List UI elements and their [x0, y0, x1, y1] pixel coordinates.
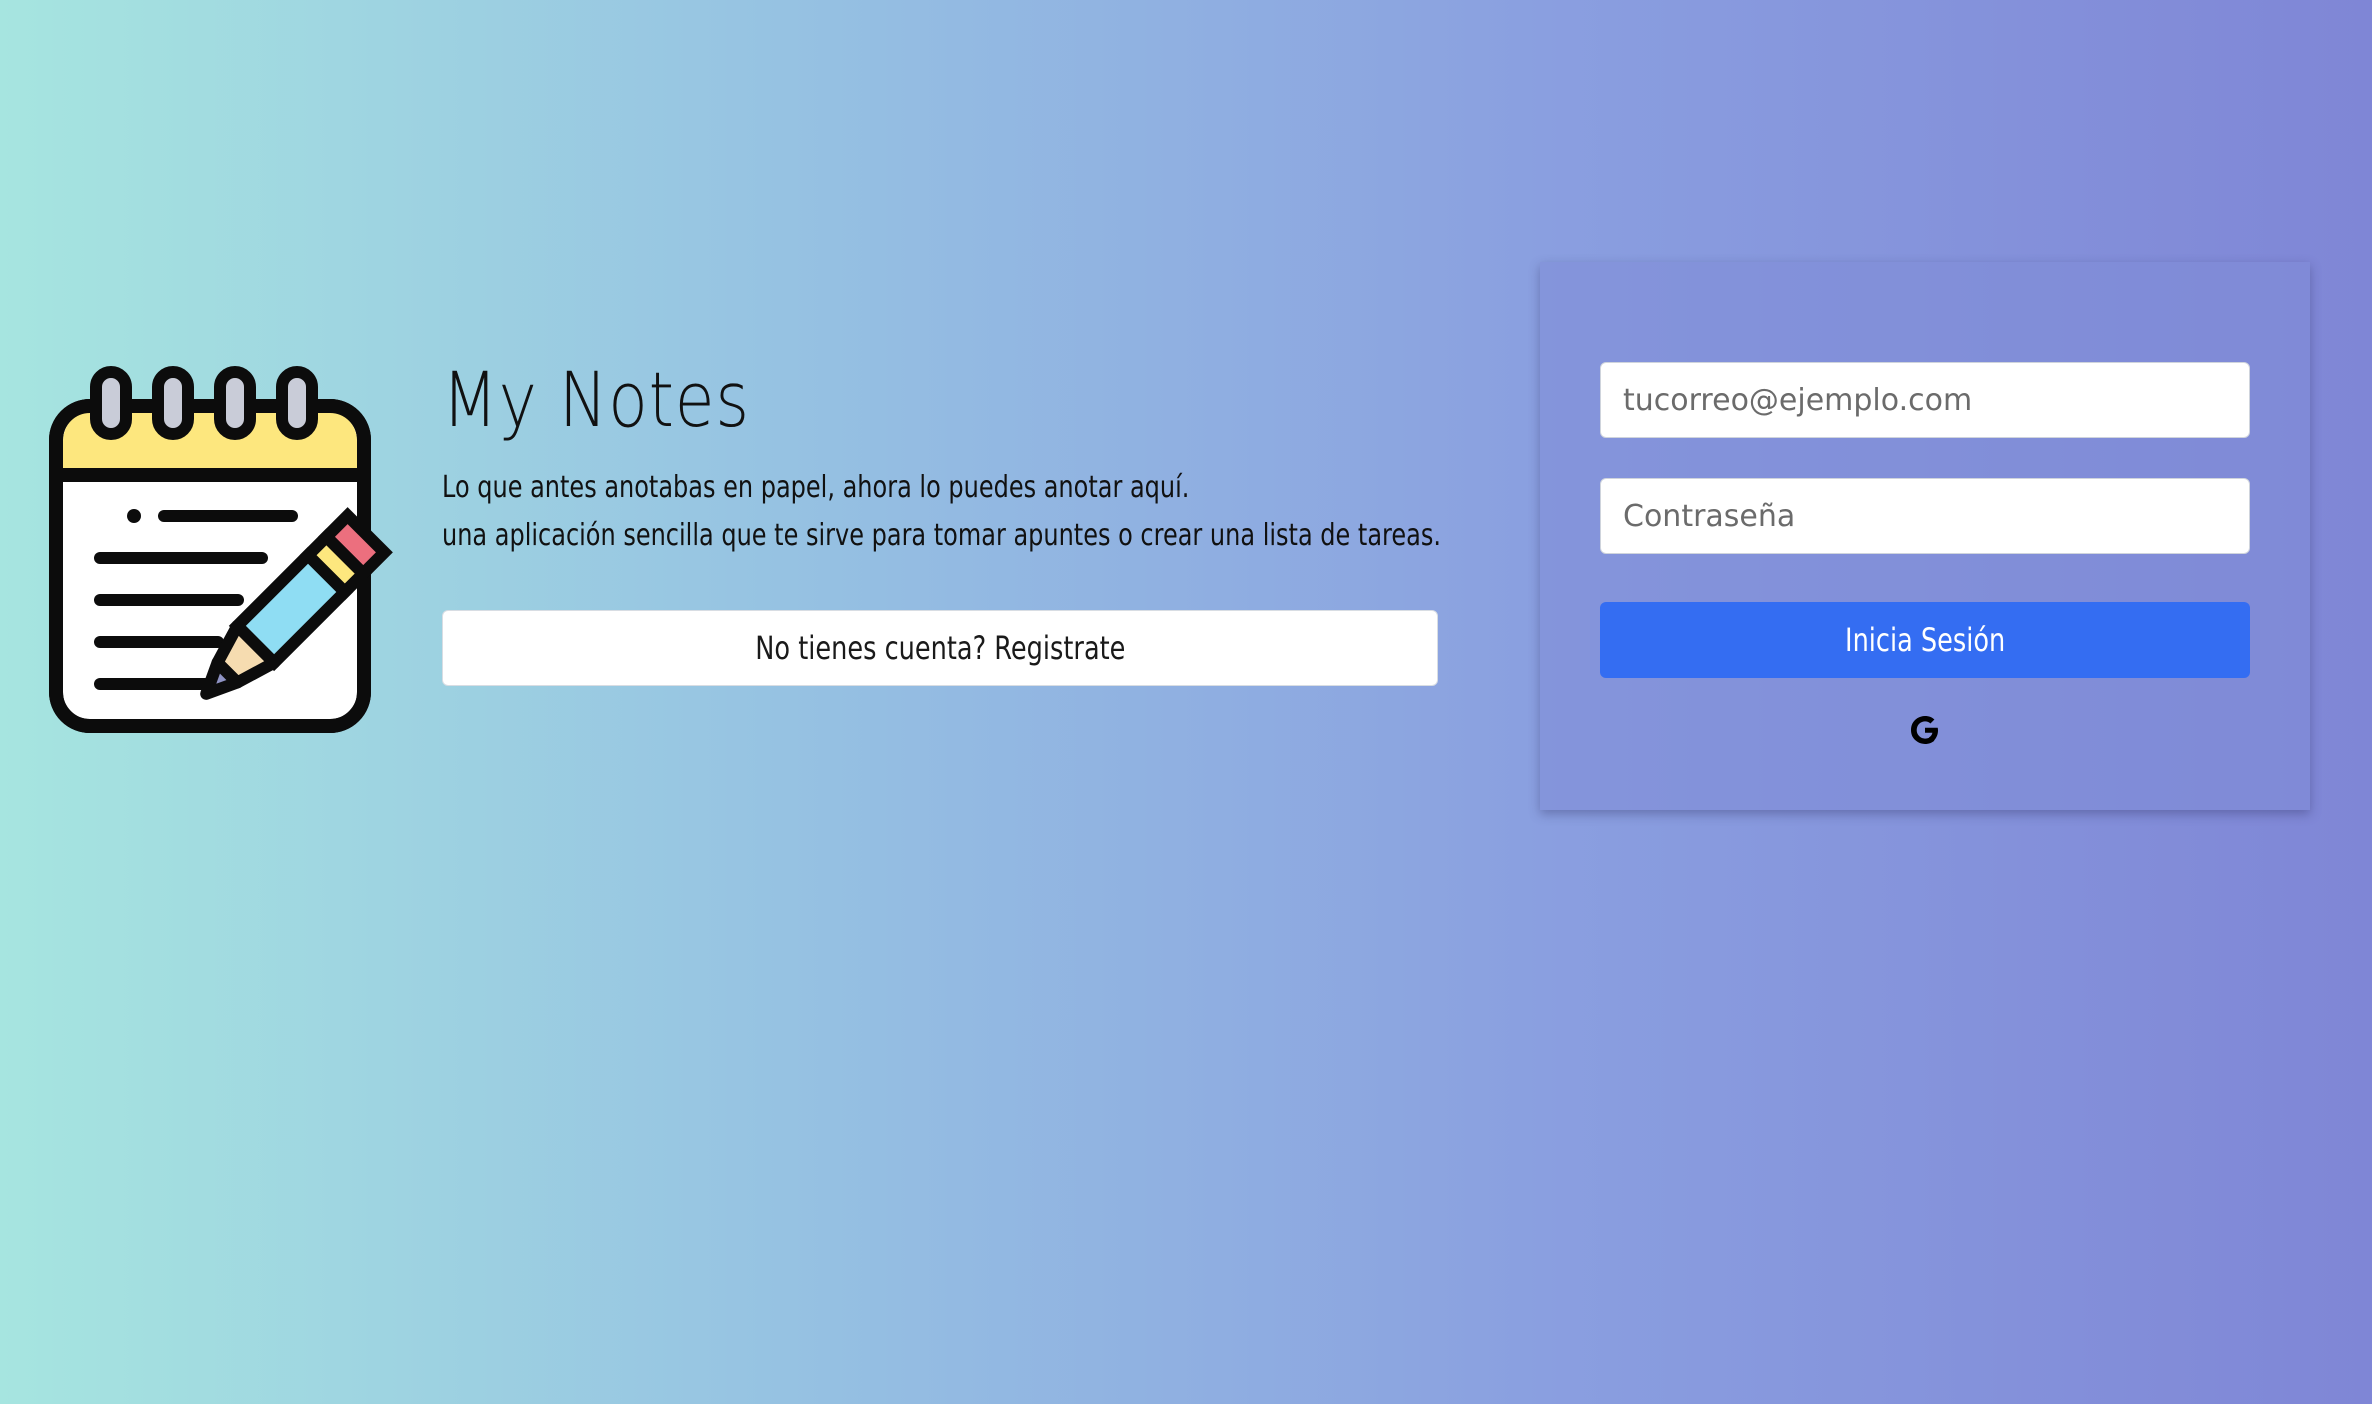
login-card: Inicia Sesión — [1540, 262, 2310, 810]
notepad-pencil-icon — [49, 366, 393, 733]
register-button[interactable]: No tienes cuenta? Registrate — [442, 610, 1438, 686]
google-login-button[interactable] — [1905, 710, 1945, 750]
notepad-logo — [48, 366, 418, 736]
google-icon — [1911, 716, 1938, 744]
login-button-label: Inicia Sesión — [1844, 621, 2006, 659]
tagline-line-2: una aplicación sencilla que te sirve par… — [442, 518, 1441, 553]
login-button[interactable]: Inicia Sesión — [1600, 602, 2250, 678]
password-field[interactable] — [1600, 478, 2250, 554]
hero-section: My Notes Lo que antes anotabas en papel,… — [442, 348, 1441, 686]
register-button-label: No tienes cuenta? Registrate — [754, 629, 1126, 667]
email-field[interactable] — [1600, 362, 2250, 438]
tagline-line-1: Lo que antes anotabas en papel, ahora lo… — [442, 470, 1190, 505]
app-title: My Notes — [442, 355, 750, 444]
